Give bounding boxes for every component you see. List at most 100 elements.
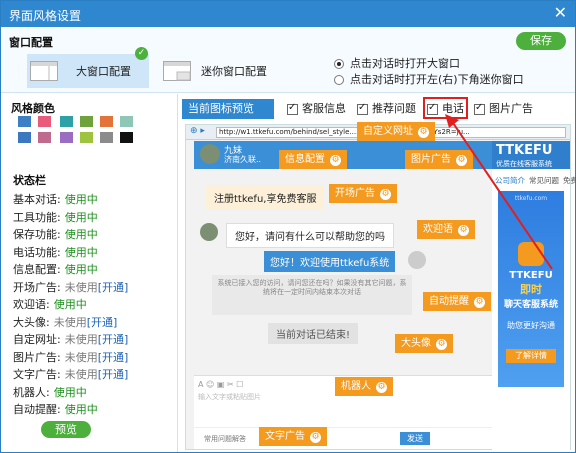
window-title: 界面风格设置: [9, 9, 82, 23]
gear-icon: ⚙: [330, 155, 341, 166]
status-list: 状态栏 基本对话: 使用中 工具功能: 使用中 保存功能: 使用中 电话功能: 使用中 信息配置…: [13, 172, 128, 419]
feature-tag[interactable]: 文字广告 ⚙: [259, 427, 327, 446]
status-value: 使用中: [53, 385, 87, 399]
status-row: 保存功能: 使用中: [13, 226, 128, 244]
open-large-label: 点击对话时打开大窗口: [350, 57, 460, 70]
enable-link[interactable]: [开通]: [98, 333, 129, 346]
gear-icon: ⚙: [474, 297, 485, 308]
right-panel: 当前图标预览 客服信息 推荐问题 电话 图片广告 ⊕ ▸ http://w1.t…: [179, 94, 576, 452]
close-icon[interactable]: ✕: [554, 3, 567, 22]
title-bar: 界面风格设置 ✕: [1, 1, 575, 27]
ad-detail-button[interactable]: 了解详情: [506, 349, 556, 363]
status-label: 自动提醒:: [13, 403, 61, 416]
enable-link[interactable]: [开通]: [98, 281, 129, 294]
status-value: 使用中: [64, 245, 98, 259]
status-label: 信息配置:: [13, 263, 61, 276]
style-settings-window: 界面风格设置 ✕ 窗口配置 保存 大窗口配置 ✓ 迷你窗口配置 点击对话时打开大…: [0, 0, 576, 453]
large-window-label: 大窗口配置: [76, 65, 131, 78]
left-panel: 风格颜色 状态栏 基本对话: 使用中 工具功能: 使用中 保存功能: 使用中 电话功能: 使用…: [1, 94, 178, 452]
feature-tag-label: 文字广告: [265, 431, 305, 442]
agent-avatar: [200, 144, 220, 164]
status-label: 机器人:: [13, 385, 50, 399]
color-swatch[interactable]: [79, 131, 94, 144]
side-tab[interactable]: 免费电话: [563, 175, 576, 186]
mini-window-icon: [163, 61, 191, 81]
option-service-info[interactable]: 客服信息: [287, 100, 346, 116]
status-value: 使用中: [64, 210, 98, 224]
gear-icon: ⚙: [310, 432, 321, 443]
large-window-icon: [30, 61, 58, 81]
color-swatch[interactable]: [99, 131, 114, 144]
browser-nav-icon: ⊕ ▸: [190, 126, 205, 136]
status-row: 文字广告: 未使用[开通]: [13, 366, 128, 384]
feature-tag[interactable]: 自动提醒 ⚙: [423, 292, 491, 311]
gear-icon: ⚙: [418, 127, 429, 138]
status-row: 信息配置: 使用中: [13, 261, 128, 279]
status-value: 使用中: [64, 228, 98, 241]
feature-tag[interactable]: 信息配置 ⚙: [279, 150, 347, 169]
status-label: 开场广告:: [13, 280, 61, 294]
window-config-section: 窗口配置 保存 大窗口配置 ✓ 迷你窗口配置 点击对话时打开大窗口 点击对话时打…: [1, 27, 575, 93]
input-footer: 常用问题解答 发送: [194, 427, 492, 449]
option-recommended[interactable]: 推荐问题: [357, 100, 416, 116]
color-swatch[interactable]: [79, 115, 94, 128]
open-ad-bubble: 注册ttkefu,享免费客服: [206, 185, 325, 210]
red-arrow: [445, 114, 553, 270]
mini-window-option[interactable]: 迷你窗口配置: [163, 54, 293, 88]
greeting-bubble: 您好，请问有什么可以帮助您的吗: [226, 223, 394, 248]
send-button[interactable]: 发送: [400, 432, 430, 445]
feature-tag-label: 信息配置: [285, 154, 325, 165]
status-value: 未使用: [64, 350, 98, 364]
welcome-bubble: 您好！欢迎使用ttkefu系统: [264, 251, 396, 272]
color-swatch[interactable]: [119, 131, 134, 144]
status-label: 工具功能:: [13, 210, 61, 224]
open-large-radio[interactable]: 点击对话时打开大窗口: [334, 55, 460, 71]
status-value: 未使用: [64, 368, 98, 381]
save-button[interactable]: 保存: [516, 32, 566, 50]
preview-button[interactable]: 预览: [41, 421, 91, 438]
radio-selected-icon: [334, 59, 344, 69]
color-swatch[interactable]: [99, 115, 114, 128]
feature-tag[interactable]: 机器人 ⚙: [335, 377, 393, 396]
feature-tag-label: 自动提醒: [429, 296, 469, 307]
window-config-heading: 窗口配置: [9, 36, 53, 49]
text-ad[interactable]: 常用问题解答: [204, 434, 246, 444]
status-label: 基本对话:: [13, 193, 61, 206]
status-value: 未使用: [64, 333, 98, 346]
radio-unselected-icon: [334, 75, 344, 85]
enable-link[interactable]: [开通]: [98, 351, 129, 364]
status-label: 电话功能:: [13, 245, 61, 259]
color-swatch[interactable]: [37, 115, 52, 128]
color-swatch[interactable]: [119, 115, 134, 128]
ad-line: 助您更好沟通: [507, 321, 555, 330]
status-row: 工具功能: 使用中: [13, 209, 128, 227]
feature-tag[interactable]: 开场广告 ⚙: [329, 184, 397, 203]
feature-tag-label: 开场广告: [335, 188, 375, 199]
open-mini-radio[interactable]: 点击对话时打开左(右)下角迷你窗口: [334, 71, 524, 87]
input-hint: 输入文字或粘贴图片: [198, 393, 261, 401]
color-swatch[interactable]: [17, 115, 32, 128]
enable-link[interactable]: [开通]: [87, 316, 118, 329]
status-row: 图片广告: 未使用[开通]: [13, 349, 128, 367]
color-swatch[interactable]: [17, 131, 32, 144]
feature-tag[interactable]: 大头像 ⚙: [395, 334, 453, 353]
feature-tag-label: 自定义网址: [363, 126, 413, 137]
large-window-option[interactable]: 大窗口配置 ✓: [27, 47, 149, 88]
color-swatch[interactable]: [37, 131, 52, 144]
status-value: 使用中: [64, 263, 98, 276]
enable-link[interactable]: [开通]: [98, 368, 129, 381]
color-swatch[interactable]: [59, 115, 74, 128]
status-value: 未使用: [64, 280, 98, 294]
status-value: 使用中: [53, 298, 87, 311]
status-row: 机器人: 使用中: [13, 384, 128, 402]
preview-tab[interactable]: 当前图标预览: [182, 99, 274, 119]
status-row: 基本对话: 使用中: [13, 191, 128, 209]
status-value: 使用中: [64, 193, 98, 206]
feature-tag[interactable]: 自定义网址 ⚙: [357, 122, 435, 141]
visitor-avatar: [408, 251, 426, 269]
color-swatch[interactable]: [59, 131, 74, 144]
ad-line: 聊天客服系统: [503, 300, 558, 310]
gear-icon: ⚙: [436, 339, 447, 350]
system-message: 系统已接入您的访问，请问您还在吗？如果没有其它问题，系统将在一定时间内结束本次对…: [212, 275, 412, 315]
status-heading: 状态栏: [13, 174, 46, 187]
